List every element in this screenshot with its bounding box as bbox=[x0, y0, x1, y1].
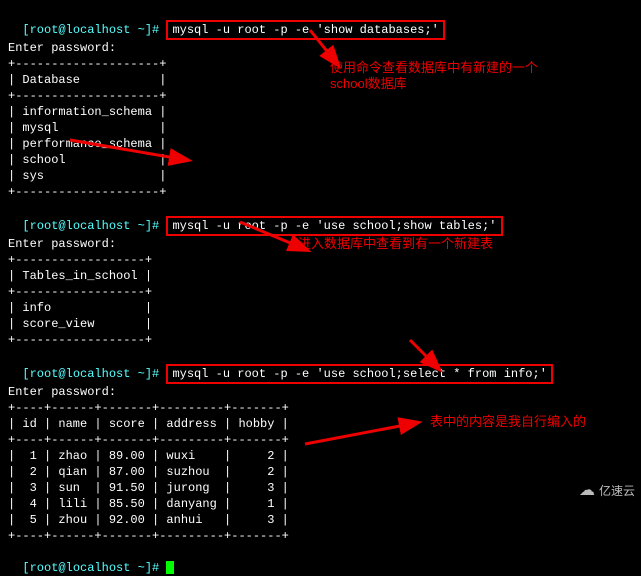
db-header: | Database | bbox=[8, 72, 633, 88]
tbl-row: | info | bbox=[8, 300, 633, 316]
annotation-1-line1: 使用命令查看数据库中有新建的一个 bbox=[330, 60, 538, 76]
info-row: | 5 | zhou | 92.00 | anhui | 3 | bbox=[8, 512, 633, 528]
tbl-row: | score_view | bbox=[8, 316, 633, 332]
enter-password-3: Enter password: bbox=[8, 384, 633, 400]
watermark: ☁ 亿速云 bbox=[579, 480, 635, 500]
prompt-1: [root@localhost ~]# bbox=[22, 23, 166, 37]
db-row: | sys | bbox=[8, 168, 633, 184]
prompt-3: [root@localhost ~]# bbox=[22, 367, 166, 381]
cloud-icon: ☁ bbox=[579, 480, 595, 500]
info-row: | 2 | qian | 87.00 | suzhou | 2 | bbox=[8, 464, 633, 480]
db-row: | mysql | bbox=[8, 120, 633, 136]
tbl-sep-bot: +------------------+ bbox=[8, 332, 633, 348]
annotation-3: 表中的内容是我自行编入的 bbox=[430, 414, 586, 430]
terminal-cursor[interactable] bbox=[166, 561, 174, 574]
prompt-2: [root@localhost ~]# bbox=[22, 219, 166, 233]
db-sep-mid: +--------------------+ bbox=[8, 88, 633, 104]
info-row: | 1 | zhao | 89.00 | wuxi | 2 | bbox=[8, 448, 633, 464]
info-row: | 3 | sun | 91.50 | jurong | 3 | bbox=[8, 480, 633, 496]
prompt-end: [root@localhost ~]# bbox=[22, 561, 166, 575]
db-row: | information_schema | bbox=[8, 104, 633, 120]
db-sep-bot: +--------------------+ bbox=[8, 184, 633, 200]
info-row: | 4 | lili | 85.50 | danyang | 1 | bbox=[8, 496, 633, 512]
cmd-1-box: mysql -u root -p -e 'show databases;' bbox=[166, 20, 444, 40]
cmd-2: mysql -u root -p -e 'use school;show tab… bbox=[172, 219, 496, 233]
cmd-1: mysql -u root -p -e 'show databases;' bbox=[172, 23, 438, 37]
cmd-3-box: mysql -u root -p -e 'use school;select *… bbox=[166, 364, 552, 384]
tbl-sep-top: +------------------+ bbox=[8, 252, 633, 268]
info-sep-mid: +----+------+-------+---------+-------+ bbox=[8, 432, 633, 448]
tbl-sep-mid: +------------------+ bbox=[8, 284, 633, 300]
db-sep-top: +--------------------+ bbox=[8, 56, 633, 72]
cmd-2-box: mysql -u root -p -e 'use school;show tab… bbox=[166, 216, 502, 236]
enter-password-1: Enter password: bbox=[8, 40, 633, 56]
db-row-school: | school | bbox=[8, 152, 633, 168]
watermark-text: 亿速云 bbox=[599, 482, 635, 499]
tbl-header: | Tables_in_school | bbox=[8, 268, 633, 284]
annotation-2: 进入数据库中查看到有一个新建表 bbox=[298, 236, 493, 252]
db-row: | performance_schema | bbox=[8, 136, 633, 152]
annotation-1: 使用命令查看数据库中有新建的一个 school数据库 bbox=[330, 60, 538, 92]
annotation-1-line2: school数据库 bbox=[330, 76, 538, 92]
cmd-3: mysql -u root -p -e 'use school;select *… bbox=[172, 367, 546, 381]
info-sep-bot: +----+------+-------+---------+-------+ bbox=[8, 528, 633, 544]
